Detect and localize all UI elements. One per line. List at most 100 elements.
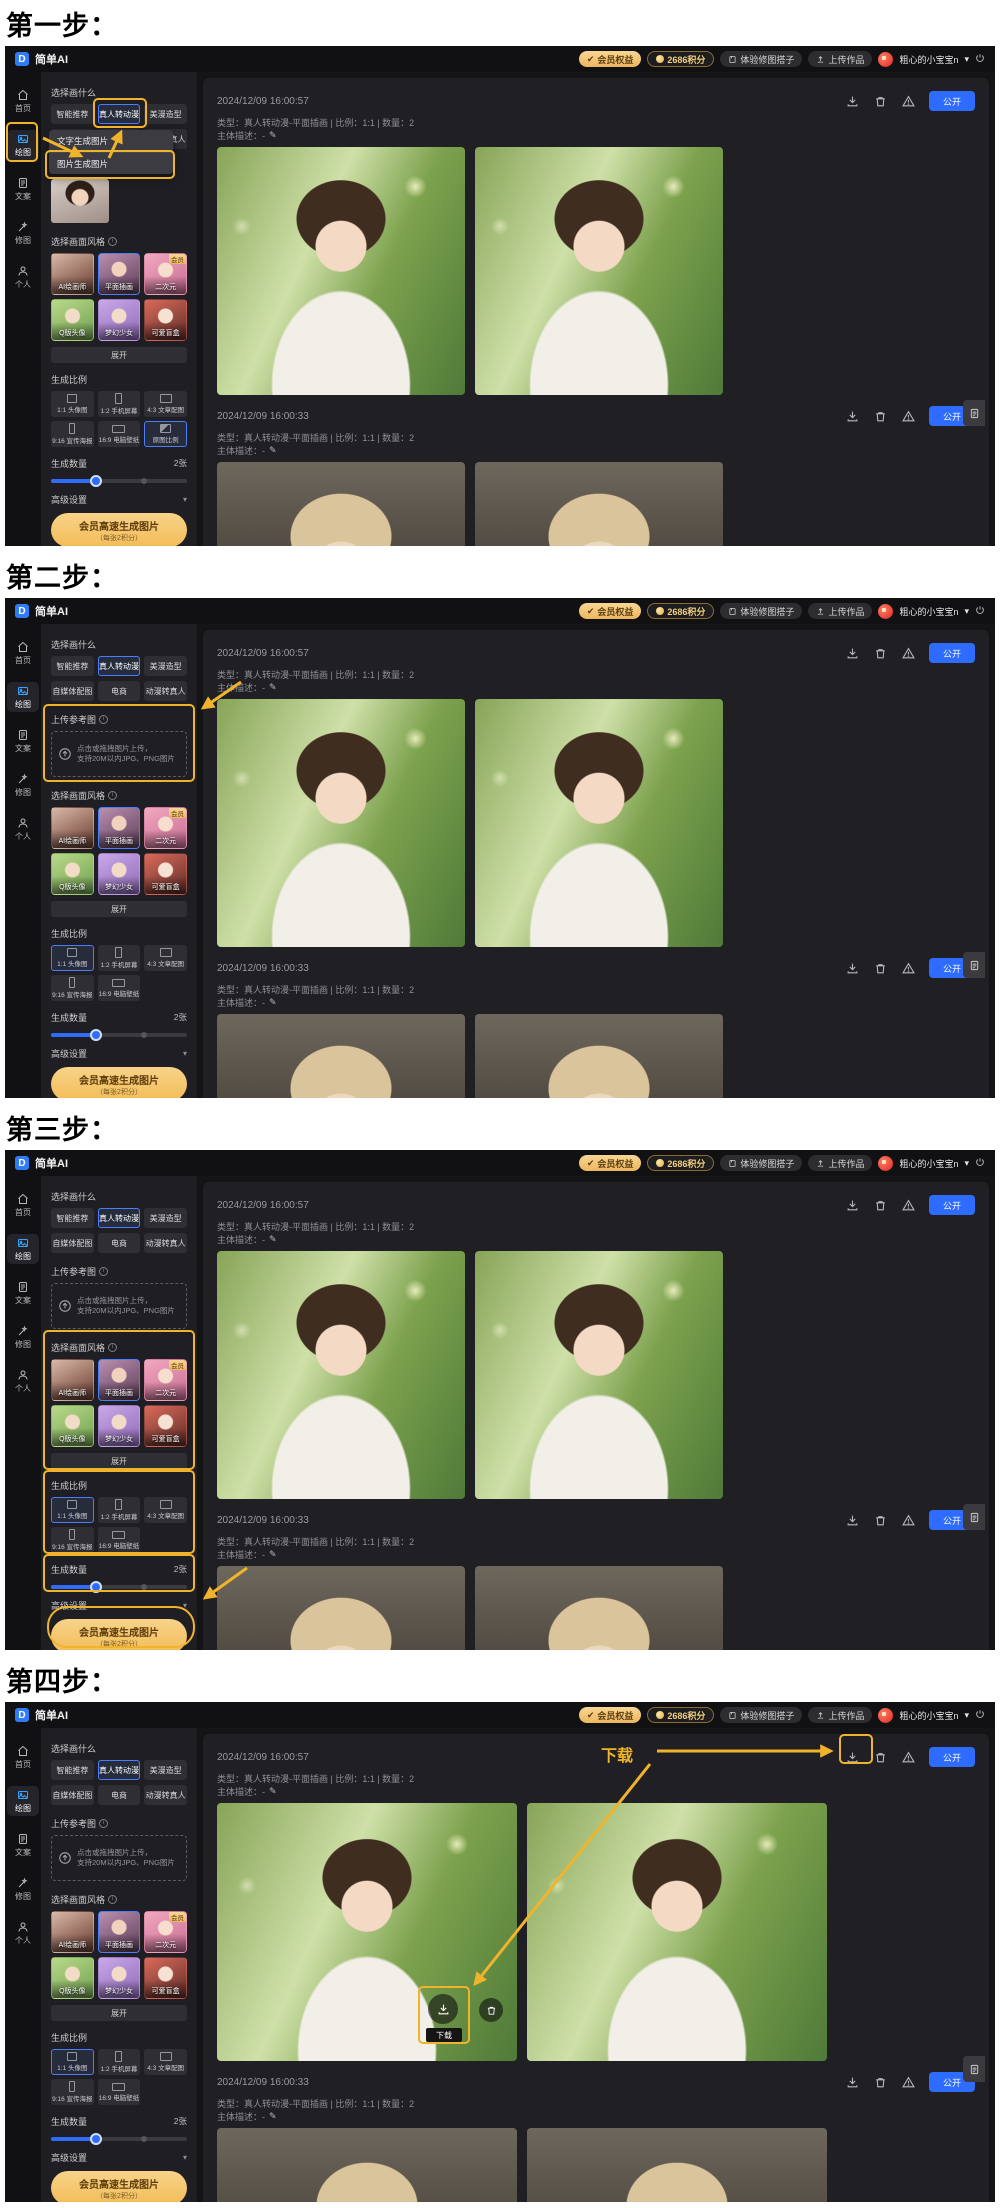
chevron-down-icon[interactable]: ▾ — [964, 1158, 969, 1169]
advanced-settings[interactable]: 高级设置 ▾ — [51, 493, 187, 505]
advanced-settings[interactable]: 高级设置 ▾ — [51, 2151, 187, 2163]
upload-works-button[interactable]: 上传作品 — [808, 1155, 872, 1171]
category-media-illustration[interactable]: 自媒体配图 — [51, 1233, 94, 1253]
delete-button[interactable] — [869, 957, 891, 979]
generated-image-2[interactable] — [475, 462, 723, 546]
style-ai-painter[interactable]: AI绘画师 — [51, 1911, 94, 1953]
report-button[interactable] — [897, 642, 919, 664]
app-logo-icon[interactable]: D — [15, 604, 29, 618]
nav-profile[interactable]: 个人 — [7, 1918, 39, 1948]
download-button[interactable] — [841, 1746, 863, 1768]
style-cute-blindbox[interactable]: 可爱盲盒 — [144, 1405, 187, 1447]
slider-knob[interactable] — [90, 1029, 102, 1041]
nav-draw[interactable]: 绘图 — [7, 682, 39, 712]
generated-image-1[interactable] — [217, 1014, 465, 1098]
ratio-1-2[interactable]: 1:2 手机屏幕 — [98, 391, 141, 417]
category-comic-style[interactable]: 美漫造型 — [144, 1208, 187, 1228]
category-anime-to-photo[interactable]: 动漫转真人 — [144, 681, 187, 701]
generated-image-2[interactable] — [475, 1251, 723, 1499]
edit-icon[interactable]: ✎ — [269, 1549, 277, 1560]
count-slider[interactable] — [51, 475, 187, 485]
nav-home[interactable]: 首页 — [7, 638, 39, 668]
style-chibi-avatar[interactable]: Q版头像 — [51, 853, 94, 895]
member-benefits-button[interactable]: ✔ 会员权益 — [579, 51, 642, 67]
menu-image-to-image[interactable]: 图片生成图片 — [49, 152, 173, 174]
generate-button[interactable]: 会员高速生成图片 （每张2积分） — [51, 1067, 187, 1098]
ratio-16-9[interactable]: 16:9 电脑壁纸 — [98, 975, 141, 1001]
expand-styles-button[interactable]: 展开 — [51, 901, 187, 917]
user-avatar[interactable] — [878, 1156, 893, 1171]
generated-image-1[interactable] — [217, 1803, 517, 2061]
expand-styles-button[interactable]: 展开 — [51, 347, 187, 363]
generated-image-2[interactable] — [475, 1014, 723, 1098]
edit-icon[interactable]: ✎ — [269, 2111, 277, 2122]
generated-image-2[interactable] — [527, 1803, 827, 2061]
logout-icon[interactable] — [975, 1154, 985, 1172]
download-button[interactable] — [841, 1194, 863, 1216]
edit-icon[interactable]: ✎ — [269, 682, 277, 693]
upload-works-button[interactable]: 上传作品 — [808, 51, 872, 67]
download-button[interactable] — [841, 405, 863, 427]
style-chibi-avatar[interactable]: Q版头像 — [51, 1405, 94, 1447]
slider-knob[interactable] — [90, 2133, 102, 2145]
generate-button[interactable]: 会员高速生成图片 （每张2积分） — [51, 1619, 187, 1650]
report-button[interactable] — [897, 1194, 919, 1216]
nav-draw[interactable]: 绘图 — [7, 130, 39, 160]
generated-image-1[interactable] — [217, 699, 465, 947]
ratio-16-9[interactable]: 16:9 电脑壁纸 — [98, 2079, 141, 2105]
nav-draw[interactable]: 绘图 — [7, 1786, 39, 1816]
nav-retouch[interactable]: 修图 — [7, 770, 39, 800]
count-slider[interactable] — [51, 1029, 187, 1039]
points-badge[interactable]: 2686积分 — [647, 603, 714, 619]
ratio-9-16[interactable]: 9:16 宣传海报 — [51, 975, 94, 1001]
advanced-settings[interactable]: 高级设置 ▾ — [51, 1047, 187, 1059]
menu-text-to-image[interactable]: 文字生成图片 — [49, 130, 173, 152]
expand-styles-button[interactable]: 展开 — [51, 2005, 187, 2021]
generated-image-1[interactable] — [217, 147, 465, 395]
style-cute-blindbox[interactable]: 可爱盲盒 — [144, 853, 187, 895]
generated-image-2[interactable] — [475, 699, 723, 947]
upload-dropzone[interactable]: 点击或拖拽图片上传， 支持20M以内JPG、PNG图片 — [51, 731, 187, 777]
ratio-9-16[interactable]: 9:16 宣传海报 — [51, 2079, 94, 2105]
member-benefits-button[interactable]: ✔ 会员权益 — [579, 603, 642, 619]
points-badge[interactable]: 2686积分 — [647, 1707, 714, 1723]
style-flat-illustration[interactable]: 平面插画 — [98, 253, 141, 295]
generated-image-1[interactable] — [217, 2128, 517, 2202]
category-comic-style[interactable]: 美漫造型 — [144, 104, 187, 124]
style-chibi-avatar[interactable]: Q版头像 — [51, 1957, 94, 1999]
tryout-retouch-button[interactable]: 体验修图搭子 — [720, 1707, 802, 1723]
points-badge[interactable]: 2686积分 — [647, 51, 714, 67]
slider-knob[interactable] — [90, 1581, 102, 1593]
download-button[interactable] — [841, 90, 863, 112]
style-flat-illustration[interactable]: 平面插画 — [98, 1911, 141, 1953]
points-badge[interactable]: 2686积分 — [647, 1155, 714, 1171]
publish-button[interactable]: 公开 — [929, 91, 975, 111]
category-smart-recommend[interactable]: 智能推荐 — [51, 1760, 94, 1780]
logout-icon[interactable] — [975, 50, 985, 68]
upload-works-button[interactable]: 上传作品 — [808, 603, 872, 619]
feedback-float-button[interactable] — [963, 1504, 985, 1530]
chevron-down-icon[interactable]: ▾ — [964, 606, 969, 617]
report-button[interactable] — [897, 90, 919, 112]
generated-image-2[interactable] — [475, 1566, 723, 1650]
style-ai-painter[interactable]: AI绘画师 — [51, 807, 94, 849]
style-flat-illustration[interactable]: 平面插画 — [98, 1359, 141, 1401]
generated-image-1[interactable] — [217, 1251, 465, 1499]
category-photo-to-anime[interactable]: 真人转动漫 — [98, 1760, 141, 1780]
report-button[interactable] — [897, 1509, 919, 1531]
upload-dropzone[interactable]: 点击或拖拽图片上传， 支持20M以内JPG、PNG图片 — [51, 1283, 187, 1329]
user-avatar[interactable] — [878, 52, 893, 67]
ratio-1-2[interactable]: 1:2 手机屏幕 — [98, 945, 141, 971]
category-smart-recommend[interactable]: 智能推荐 — [51, 656, 94, 676]
style-cute-blindbox[interactable]: 可爱盲盒 — [144, 299, 187, 341]
ratio-1-1[interactable]: 1:1 头像图 — [51, 391, 94, 417]
feedback-float-button[interactable] — [963, 952, 985, 978]
category-smart-recommend[interactable]: 智能推荐 — [51, 104, 94, 124]
publish-button[interactable]: 公开 — [929, 1195, 975, 1215]
style-cute-blindbox[interactable]: 可爱盲盒 — [144, 1957, 187, 1999]
report-button[interactable] — [897, 957, 919, 979]
style-anime[interactable]: 会员二次元 — [144, 1911, 187, 1953]
ratio-9-16[interactable]: 9:16 宣传海报 — [51, 1527, 94, 1553]
feedback-float-button[interactable] — [963, 400, 985, 426]
ratio-1-2[interactable]: 1:2 手机屏幕 — [98, 2049, 141, 2075]
